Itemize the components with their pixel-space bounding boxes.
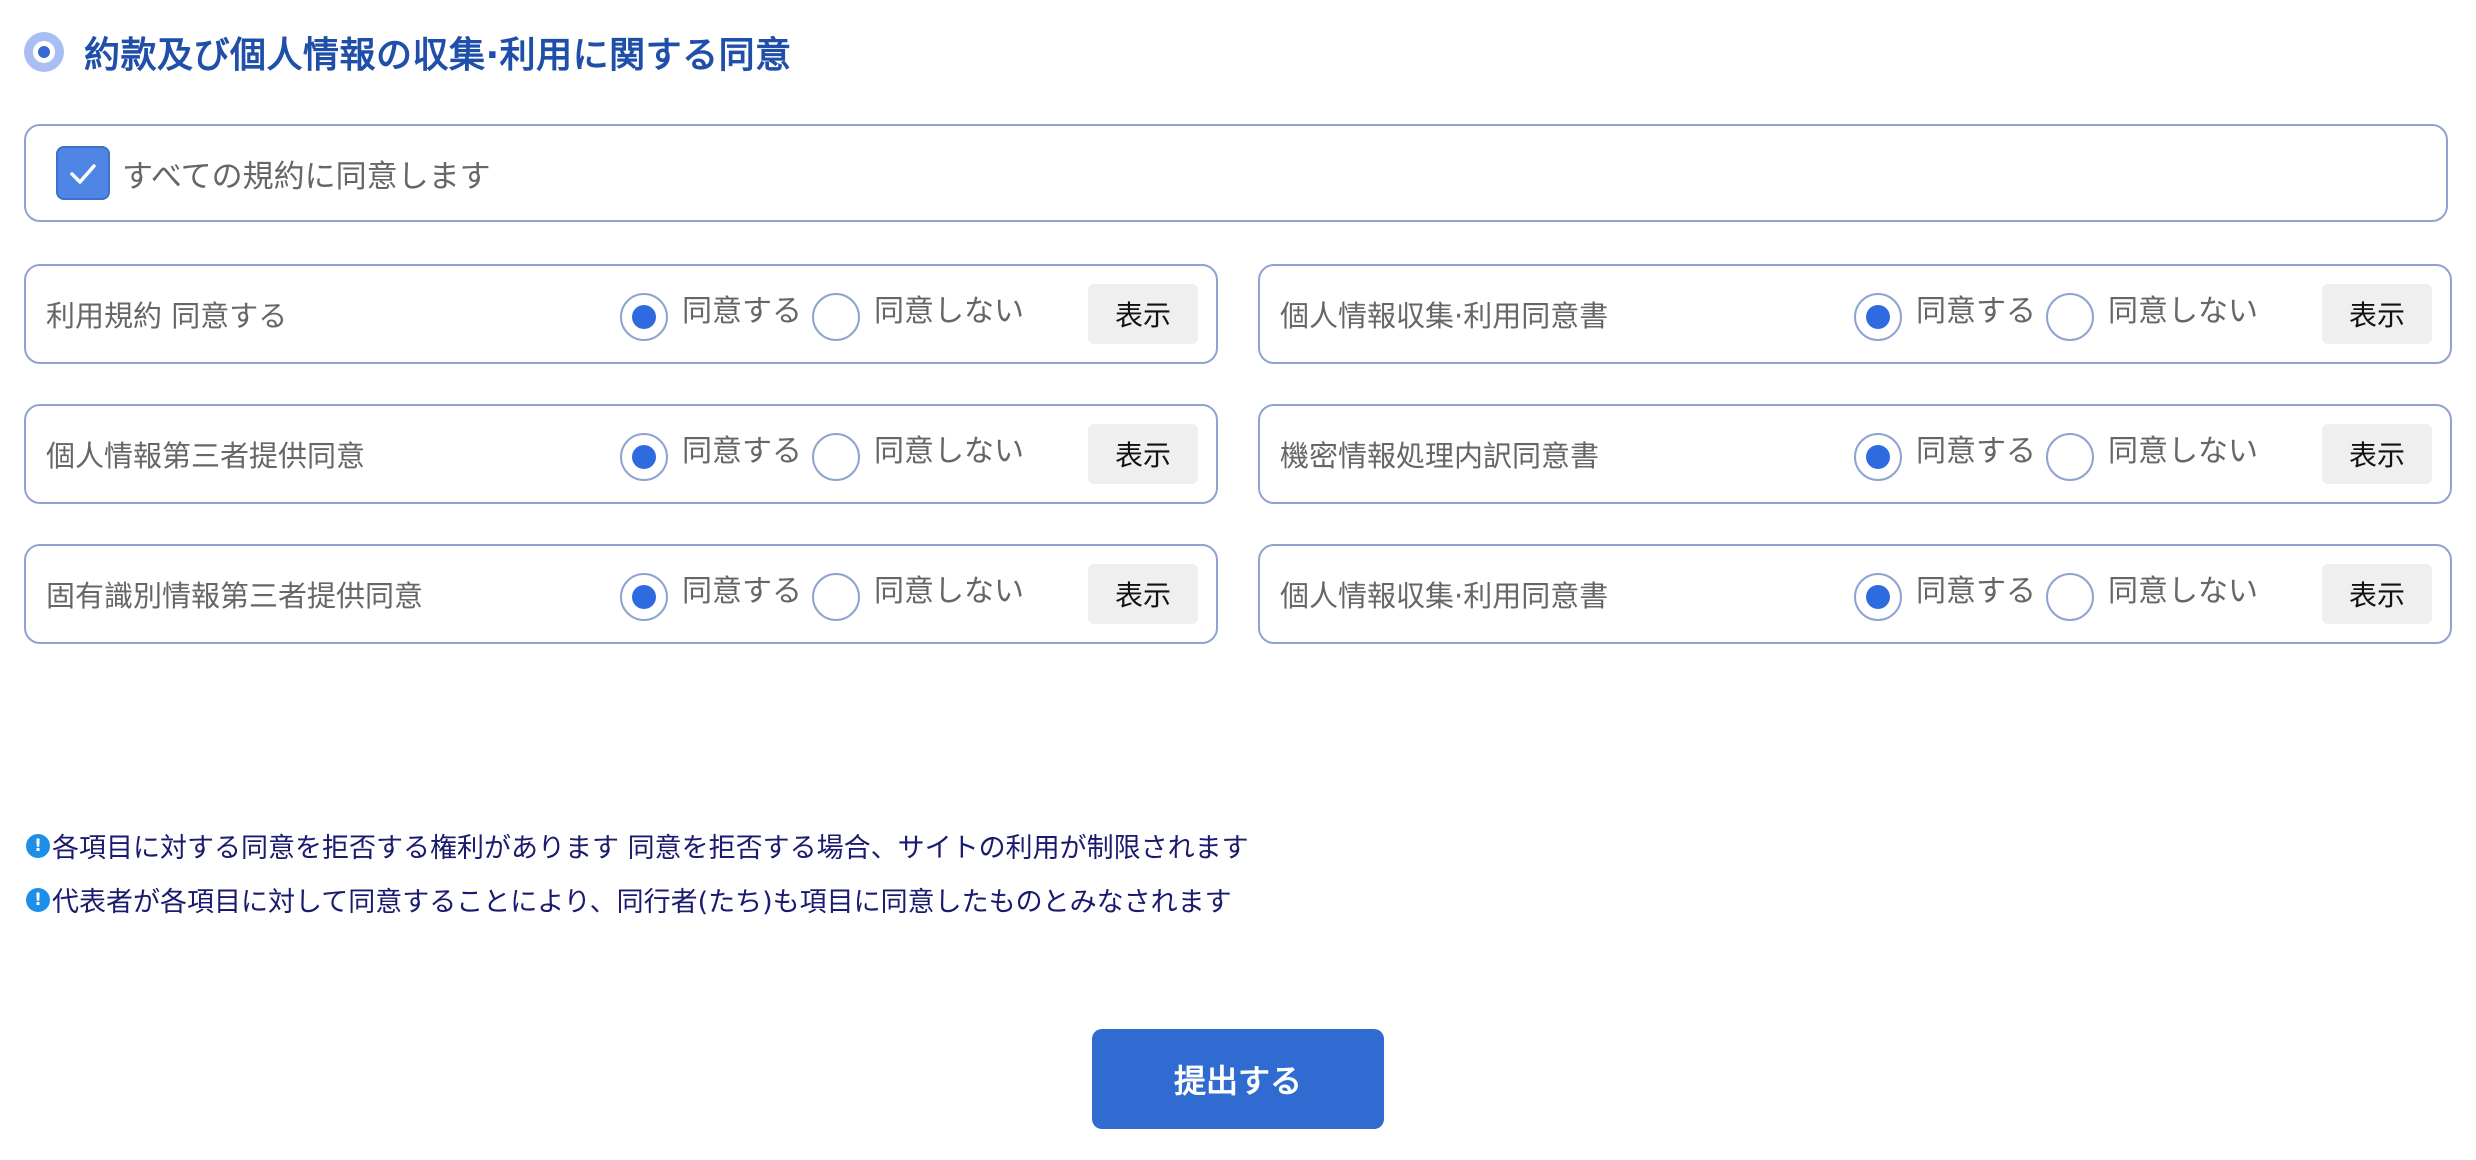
- notice-right-to-refuse: ! 各項目に対する同意を拒否する権利があります 同意を拒否する場合、サイトの利用…: [26, 826, 1249, 865]
- notice-text: 代表者が各項目に対して同意することにより、同行者(たち)も項目に同意したものとみ…: [52, 887, 1232, 918]
- disagree-radio[interactable]: [2046, 573, 2094, 621]
- term-title: 個人情報収集·利用同意書: [1280, 299, 1609, 333]
- agree-radio[interactable]: [1854, 573, 1902, 621]
- term-card-confidential-info: 機密情報処理内訳同意書 同意する 同意しない 表示: [1258, 404, 2452, 504]
- term-title: 個人情報第三者提供同意: [46, 439, 366, 473]
- agree-radio[interactable]: [620, 573, 668, 621]
- disagree-radio[interactable]: [2046, 293, 2094, 341]
- disagree-radio-label[interactable]: 同意しない: [874, 286, 1024, 330]
- section-header: 約款及び個人情報の収集·利用に関する同意: [24, 24, 792, 80]
- term-title: 機密情報処理内訳同意書: [1280, 439, 1600, 473]
- view-button[interactable]: 表示: [2322, 424, 2432, 484]
- term-title: 利用規約 同意する: [46, 299, 288, 333]
- agree-radio-label[interactable]: 同意する: [1916, 426, 2036, 470]
- agree-all-label: すべての規約に同意します: [122, 158, 491, 195]
- disagree-radio[interactable]: [812, 293, 860, 341]
- disagree-radio[interactable]: [812, 433, 860, 481]
- agree-radio[interactable]: [620, 293, 668, 341]
- agree-radio[interactable]: [1854, 293, 1902, 341]
- notice-representative-consent: ! 代表者が各項目に対して同意することにより、同行者(たち)も項目に同意したもの…: [26, 880, 1232, 919]
- agree-radio-label[interactable]: 同意する: [682, 426, 802, 470]
- view-button[interactable]: 表示: [1088, 564, 1198, 624]
- term-card-terms-of-use: 利用規約 同意する 同意する 同意しない 表示: [24, 264, 1218, 364]
- view-button[interactable]: 表示: [1088, 284, 1198, 344]
- term-card-unique-id-third-party: 固有識別情報第三者提供同意 同意する 同意しない 表示: [24, 544, 1218, 644]
- term-card-personal-info-collection: 個人情報収集·利用同意書 同意する 同意しない 表示: [1258, 264, 2452, 364]
- section-title: 約款及び個人情報の収集·利用に関する同意: [84, 35, 792, 76]
- view-button[interactable]: 表示: [2322, 564, 2432, 624]
- disagree-radio-label[interactable]: 同意しない: [2108, 286, 2258, 330]
- agree-radio-label[interactable]: 同意する: [682, 566, 802, 610]
- agree-radio[interactable]: [1854, 433, 1902, 481]
- agree-all-checkbox[interactable]: [56, 146, 110, 200]
- disagree-radio[interactable]: [2046, 433, 2094, 481]
- disagree-radio-label[interactable]: 同意しない: [874, 426, 1024, 470]
- submit-button[interactable]: 提出する: [1092, 1029, 1384, 1129]
- view-button[interactable]: 表示: [2322, 284, 2432, 344]
- agree-radio-label[interactable]: 同意する: [1916, 566, 2036, 610]
- term-title: 個人情報収集·利用同意書: [1280, 579, 1609, 613]
- agree-all-row[interactable]: すべての規約に同意します: [24, 124, 2448, 222]
- disagree-radio[interactable]: [812, 573, 860, 621]
- section-bullet-icon: [24, 32, 64, 72]
- disagree-radio-label[interactable]: 同意しない: [874, 566, 1024, 610]
- disagree-radio-label[interactable]: 同意しない: [2108, 566, 2258, 610]
- agree-radio-label[interactable]: 同意する: [682, 286, 802, 330]
- term-card-personal-info-collection-2: 個人情報収集·利用同意書 同意する 同意しない 表示: [1258, 544, 2452, 644]
- notice-text: 各項目に対する同意を拒否する権利があります 同意を拒否する場合、サイトの利用が制…: [52, 833, 1249, 864]
- disagree-radio-label[interactable]: 同意しない: [2108, 426, 2258, 470]
- agree-radio-label[interactable]: 同意する: [1916, 286, 2036, 330]
- info-icon: !: [26, 887, 50, 912]
- agree-radio[interactable]: [620, 433, 668, 481]
- term-title: 固有識別情報第三者提供同意: [46, 579, 424, 613]
- term-card-third-party-provision: 個人情報第三者提供同意 同意する 同意しない 表示: [24, 404, 1218, 504]
- checkmark-icon: [70, 164, 96, 184]
- view-button[interactable]: 表示: [1088, 424, 1198, 484]
- info-icon: !: [26, 833, 50, 858]
